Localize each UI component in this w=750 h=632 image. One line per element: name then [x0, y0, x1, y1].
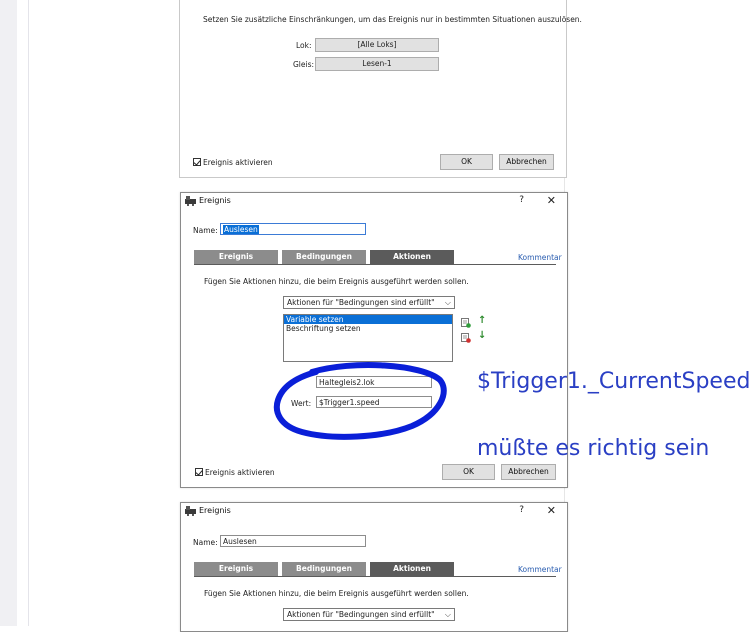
- activate-checkbox-label: Ereignis aktivieren: [205, 468, 275, 477]
- gleis-select-button[interactable]: Lesen-1: [315, 57, 439, 71]
- actions-list[interactable]: Variable setzen Beschriftung setzen: [283, 314, 453, 362]
- tab-ereignis[interactable]: Ereignis: [194, 562, 278, 576]
- help-button[interactable]: ?: [519, 195, 524, 205]
- help-button[interactable]: ?: [519, 505, 524, 515]
- tab-underline: [194, 264, 556, 265]
- locomotive-icon: [185, 506, 196, 516]
- window-title: Ereignis: [199, 196, 231, 205]
- list-item[interactable]: Variable setzen: [284, 315, 452, 324]
- cancel-button[interactable]: Abbrechen: [499, 154, 554, 170]
- chevron-down-icon: ⌵: [444, 610, 451, 619]
- tab-ereignis[interactable]: Ereignis: [194, 250, 278, 264]
- info-text: Setzen Sie zusätzliche Einschränkungen, …: [203, 15, 582, 24]
- name-label: Name:: [193, 538, 218, 547]
- tab-bar: Ereignis Bedingungen Aktionen: [194, 562, 468, 576]
- tab-aktionen[interactable]: Aktionen: [370, 562, 454, 576]
- move-down-icon[interactable]: ↓: [478, 330, 486, 341]
- actions-dropdown[interactable]: Aktionen für "Bedingungen sind erfüllt" …: [283, 296, 455, 309]
- title-bar[interactable]: Ereignis ? ✕: [181, 503, 567, 520]
- tab-aktionen[interactable]: Aktionen: [370, 250, 454, 264]
- page-left-divider: [28, 0, 29, 626]
- gleis-label: Gleis:: [293, 60, 315, 69]
- annotation-text: müßte es richtig sein: [477, 436, 710, 461]
- info-text: Fügen Sie Aktionen hinzu, die beim Ereig…: [204, 277, 469, 286]
- list-item[interactable]: Beschriftung setzen: [284, 324, 452, 333]
- window-title: Ereignis: [199, 506, 231, 515]
- move-up-icon[interactable]: ↑: [478, 315, 486, 326]
- tab-underline: [194, 576, 556, 577]
- page-left-margin: [0, 0, 17, 626]
- locomotive-icon: [185, 196, 196, 206]
- ok-button[interactable]: OK: [440, 154, 493, 170]
- ok-button[interactable]: OK: [442, 464, 495, 480]
- name-input[interactable]: Auslesen: [220, 223, 366, 235]
- comment-link[interactable]: Kommentar: [518, 253, 562, 262]
- add-action-icon[interactable]: [461, 318, 471, 328]
- lok-label: Lok:: [296, 41, 312, 50]
- activate-checkbox[interactable]: [195, 468, 203, 476]
- name-input[interactable]: Auslesen: [220, 535, 366, 547]
- activate-checkbox-label: Ereignis aktivieren: [203, 158, 273, 167]
- annotation-circle: [273, 362, 447, 440]
- info-text: Fügen Sie Aktionen hinzu, die beim Ereig…: [204, 589, 469, 598]
- event-dialog: Ereignis ? ✕ Name: Auslesen Ereignis Bed…: [180, 502, 568, 632]
- cancel-button[interactable]: Abbrechen: [501, 464, 556, 480]
- title-bar[interactable]: Ereignis ? ✕: [181, 193, 567, 210]
- actions-dropdown[interactable]: Aktionen für "Bedingungen sind erfüllt" …: [283, 608, 455, 621]
- comment-link[interactable]: Kommentar: [518, 565, 562, 574]
- remove-action-icon[interactable]: [461, 333, 471, 343]
- annotation-text: $Trigger1._CurrentSpeed: [477, 369, 750, 394]
- tab-bedingungen[interactable]: Bedingungen: [282, 562, 366, 576]
- close-button[interactable]: ✕: [547, 504, 556, 517]
- lok-select-button[interactable]: [Alle Loks]: [315, 38, 439, 52]
- tab-bedingungen[interactable]: Bedingungen: [282, 250, 366, 264]
- tab-bar: Ereignis Bedingungen Aktionen: [194, 250, 468, 264]
- chevron-down-icon: ⌵: [444, 298, 451, 307]
- name-label: Name:: [193, 226, 218, 235]
- activate-checkbox[interactable]: [193, 158, 201, 166]
- close-button[interactable]: ✕: [547, 194, 556, 207]
- top-dialog: Setzen Sie zusätzliche Einschränkungen, …: [179, 0, 582, 178]
